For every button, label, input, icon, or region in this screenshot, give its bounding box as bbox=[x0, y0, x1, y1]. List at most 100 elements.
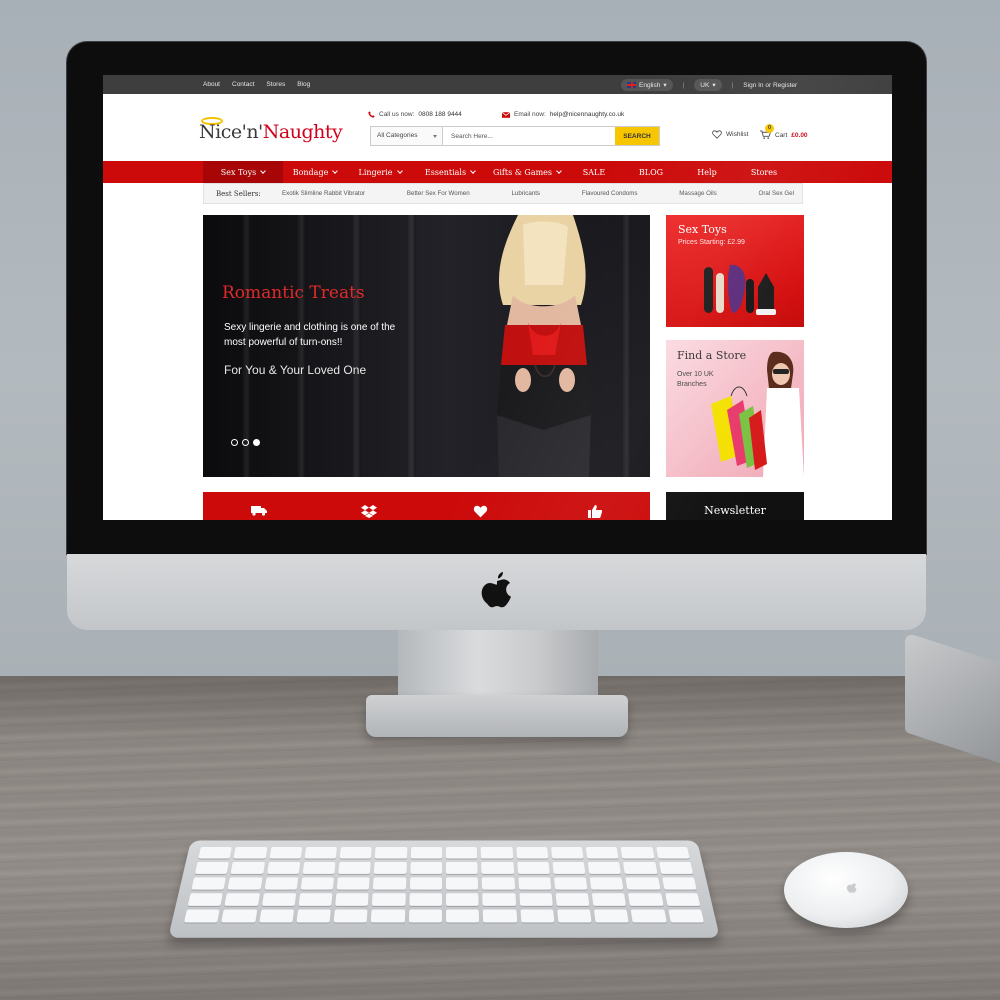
keyboard-key bbox=[233, 846, 268, 859]
nav-item-bondage[interactable]: Bondage bbox=[283, 161, 347, 183]
keyboard bbox=[168, 840, 720, 938]
nav-item-stores[interactable]: Stores bbox=[733, 161, 795, 183]
cart-total: £0.00 bbox=[791, 132, 808, 139]
site-logo[interactable]: Nice'n'Naughty bbox=[199, 117, 349, 147]
keyboard-key bbox=[585, 846, 619, 859]
topbar-link-blog[interactable]: Blog bbox=[297, 81, 310, 88]
nav-item-sale[interactable]: SALE bbox=[567, 161, 621, 183]
chevron-down-icon bbox=[470, 168, 476, 174]
hero-subtitle: Sexy lingerie and clothing is one of the… bbox=[224, 322, 396, 348]
nav-item-essentials[interactable]: Essentials bbox=[413, 161, 487, 183]
logo-part-nice: Nice bbox=[199, 121, 242, 143]
keyboard-key bbox=[480, 846, 513, 859]
sign-in-link[interactable]: Sign In bbox=[743, 82, 763, 89]
dropbox-icon bbox=[361, 505, 377, 518]
hero-model-image bbox=[497, 215, 591, 477]
nav-item-gifts-games[interactable]: Gifts & Games bbox=[487, 161, 567, 183]
topbar-link-about[interactable]: About bbox=[203, 81, 220, 88]
language-selector[interactable]: English ▾ bbox=[621, 79, 673, 91]
nav-item-label: Gifts & Games bbox=[492, 167, 553, 177]
chevron-down-icon bbox=[332, 168, 339, 174]
monitor-stand-base bbox=[366, 695, 628, 737]
keyboard-key bbox=[269, 846, 303, 859]
keyboard-key bbox=[304, 846, 338, 859]
keyboard-key bbox=[620, 846, 655, 859]
region-label: UK bbox=[700, 81, 710, 89]
slider-dot[interactable] bbox=[253, 439, 260, 446]
topbar-link-stores[interactable]: Stores bbox=[266, 81, 285, 88]
best-seller-link[interactable]: Massage Oils bbox=[679, 190, 716, 197]
keyboard-key bbox=[481, 861, 514, 874]
slider-dot[interactable] bbox=[231, 439, 238, 446]
cart-link[interactable]: 0 Cart £0.00 bbox=[760, 124, 808, 141]
promo-subtitle: Prices Starting: £2.99 bbox=[678, 239, 745, 246]
keyboard-key bbox=[194, 861, 230, 874]
keyboard-key bbox=[664, 893, 701, 906]
keyboard-key bbox=[557, 909, 592, 923]
nav-item-label: Sex Toys bbox=[220, 167, 257, 177]
keyboard-key bbox=[483, 909, 517, 923]
keyboard-key bbox=[591, 893, 627, 906]
nav-item-lingerie[interactable]: Lingerie bbox=[347, 161, 413, 183]
best-seller-link[interactable]: Lubricants bbox=[511, 190, 540, 197]
features-bar bbox=[203, 492, 650, 520]
wishlist-label: Wishlist bbox=[726, 131, 749, 138]
nav-item-label: SALE bbox=[582, 167, 606, 177]
keyboard-key bbox=[221, 909, 257, 923]
keyboard-key bbox=[516, 861, 550, 874]
keyboard-key bbox=[520, 909, 555, 923]
nav-item-label: Essentials bbox=[424, 167, 467, 177]
nav-item-help[interactable]: Help bbox=[681, 161, 733, 183]
keyboard-key bbox=[264, 877, 299, 890]
keyboard-key bbox=[515, 846, 549, 859]
keyboard-key bbox=[338, 861, 372, 874]
keyboard-key bbox=[518, 893, 553, 906]
keyboard-key bbox=[298, 893, 333, 906]
search-input[interactable] bbox=[443, 127, 615, 145]
nav-item-blog[interactable]: BLOG bbox=[621, 161, 681, 183]
best-seller-link[interactable]: Flavoured Condoms bbox=[582, 190, 638, 197]
keyboard-key bbox=[198, 846, 233, 859]
chevron-down-icon bbox=[556, 168, 562, 174]
keyboard-key bbox=[300, 877, 335, 890]
region-selector[interactable]: UK ▾ bbox=[694, 79, 722, 91]
keyboard-key bbox=[482, 893, 516, 906]
keyboard-key bbox=[374, 861, 407, 874]
hero-tagline: For You & Your Loved One bbox=[224, 363, 367, 377]
search-category-select[interactable]: All Categories bbox=[371, 127, 443, 145]
register-link[interactable]: Register bbox=[773, 82, 797, 89]
keyboard-key bbox=[553, 877, 588, 890]
cart-count-badge: 0 bbox=[765, 124, 774, 133]
email-address[interactable]: help@nicennaughty.co.uk bbox=[550, 111, 624, 118]
monitor-screen: About Contact Stores Blog English ▾ | UK… bbox=[103, 75, 892, 520]
nav-item-sex-toys[interactable]: Sex Toys bbox=[203, 161, 283, 183]
search-button[interactable]: SEARCH bbox=[615, 127, 659, 145]
shopper-model-image bbox=[711, 351, 804, 477]
hero-slider[interactable]: Romantic Treats Sexy lingerie and clothi… bbox=[203, 215, 650, 477]
keyboard-key bbox=[333, 909, 368, 923]
heart-outline-icon bbox=[712, 130, 722, 139]
wishlist-link[interactable]: Wishlist bbox=[712, 130, 748, 139]
keyboard-key bbox=[184, 909, 220, 923]
keyboard-key bbox=[668, 909, 704, 923]
phone-number[interactable]: 0808 188 9444 bbox=[418, 111, 461, 118]
keyboard-key bbox=[655, 846, 690, 859]
keyboard-key bbox=[631, 909, 667, 923]
slider-dot[interactable] bbox=[242, 439, 249, 446]
best-seller-link[interactable]: Better Sex For Women bbox=[407, 190, 470, 197]
best-seller-link[interactable]: Oral Sex Gel bbox=[759, 190, 794, 197]
keyboard-key bbox=[409, 893, 442, 906]
promo-sex-toys[interactable]: Sex Toys Prices Starting: £2.99 bbox=[666, 215, 804, 327]
best-sellers-bar: Best Sellers: Exotik Slimline Rabbit Vib… bbox=[203, 183, 803, 204]
best-seller-link[interactable]: Exotik Slimline Rabbit Vibrator bbox=[282, 190, 365, 197]
monitor-stand-neck bbox=[398, 630, 598, 700]
nav-item-label: BLOG bbox=[638, 167, 664, 177]
keyboard-key bbox=[408, 909, 442, 923]
keyboard-key bbox=[335, 893, 370, 906]
promo-find-store[interactable]: Find a Store Over 10 UK Branches bbox=[666, 340, 804, 477]
topbar-link-contact[interactable]: Contact bbox=[232, 81, 254, 88]
mouse-apple-logo-icon bbox=[846, 883, 857, 893]
cart-label: Cart bbox=[775, 132, 788, 139]
nav-item-label: Help bbox=[697, 167, 717, 177]
caret-down-icon: ▾ bbox=[663, 82, 667, 89]
